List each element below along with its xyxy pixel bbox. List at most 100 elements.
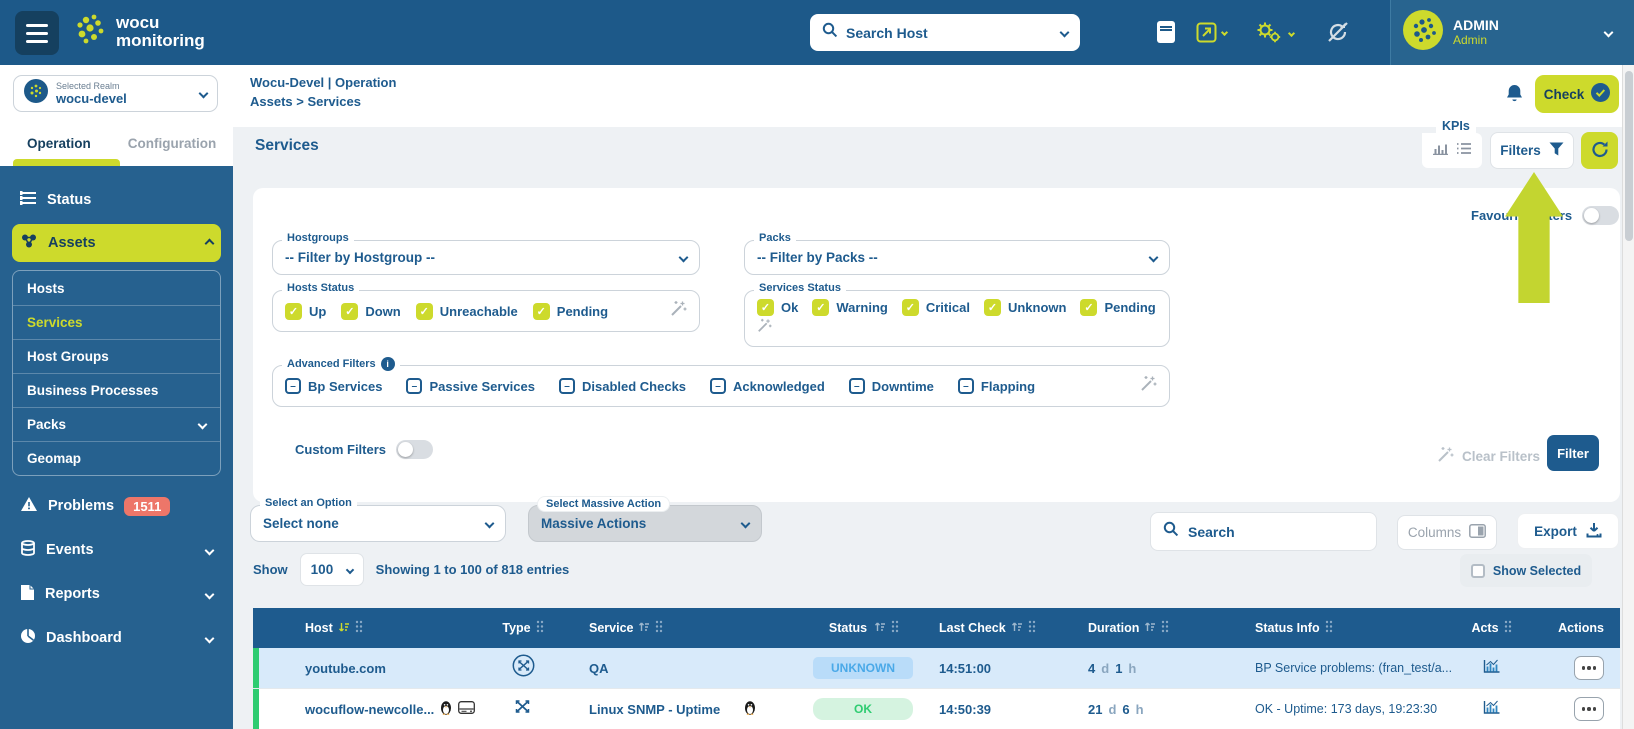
sidebar-item-assets[interactable]: Assets xyxy=(12,224,221,262)
table-row[interactable]: wocuflow-newcolle... Linux SNMP - Uptime… xyxy=(253,689,1620,729)
checkbox-empty-icon[interactable] xyxy=(1471,564,1485,578)
sidebar-item-geomap[interactable]: Geomap xyxy=(13,441,220,475)
sort-icon[interactable] xyxy=(1011,621,1023,636)
external-link-menu[interactable] xyxy=(1196,22,1227,43)
breadcrumb-path[interactable]: Assets > Services xyxy=(250,93,396,112)
drag-handle-icon[interactable] xyxy=(1325,620,1333,636)
sort-icon[interactable] xyxy=(638,621,650,636)
services-status-warning[interactable]: Warning xyxy=(812,299,888,316)
advanced-disabled-checks[interactable]: Disabled Checks xyxy=(559,378,686,394)
sort-icon[interactable] xyxy=(874,621,886,636)
host-cell[interactable]: youtube.com xyxy=(259,661,483,676)
hosts-status-down[interactable]: Down xyxy=(341,303,400,320)
column-header-type[interactable]: Type xyxy=(483,620,563,636)
drag-handle-icon[interactable] xyxy=(891,620,899,636)
sidebar-item-business-processes[interactable]: Business Processes xyxy=(13,373,220,407)
sidebar-item-status[interactable]: Status xyxy=(12,182,221,218)
tab-operation[interactable]: Operation xyxy=(27,136,91,151)
graph-acts-icon[interactable] xyxy=(1483,700,1500,719)
settings-gears-menu[interactable] xyxy=(1255,21,1294,45)
scrollbar-thumb[interactable] xyxy=(1625,71,1633,241)
column-header-duration[interactable]: Duration xyxy=(1083,620,1249,636)
magic-wand-icon[interactable] xyxy=(757,318,772,338)
chevron-down-icon xyxy=(205,545,215,555)
services-status-critical[interactable]: Critical xyxy=(902,299,970,316)
hosts-status-up[interactable]: Up xyxy=(285,303,326,320)
magic-wand-icon[interactable] xyxy=(1140,375,1157,397)
drag-handle-icon[interactable] xyxy=(1028,620,1036,636)
table-search-input[interactable] xyxy=(1188,524,1364,540)
advanced-passive-services[interactable]: Passive Services xyxy=(406,378,535,394)
drag-handle-icon[interactable] xyxy=(1504,620,1512,636)
advanced-acknowledged[interactable]: Acknowledged xyxy=(710,378,825,394)
sidebar-top: Selected Realm wocu-devel Operation Conf… xyxy=(0,65,233,166)
host-search-combo[interactable] xyxy=(810,14,1080,51)
drag-handle-icon[interactable] xyxy=(355,620,363,636)
clear-filters-button[interactable]: Clear Filters xyxy=(1437,446,1540,466)
drag-handle-icon[interactable] xyxy=(536,620,544,636)
show-selected-control[interactable]: Show Selected xyxy=(1460,554,1592,587)
column-header-acts[interactable]: Acts xyxy=(1454,620,1529,636)
massive-action-dropdown[interactable]: Select Massive Action Massive Actions xyxy=(528,505,762,542)
services-status-unknown[interactable]: Unknown xyxy=(984,299,1067,316)
drag-handle-icon[interactable] xyxy=(655,620,663,636)
notifications-bell-icon[interactable] xyxy=(1505,83,1524,110)
info-icon[interactable]: i xyxy=(381,357,395,371)
realm-selector[interactable]: Selected Realm wocu-devel xyxy=(13,75,218,112)
sidebar-item-packs[interactable]: Packs xyxy=(13,407,220,441)
sidebar-item-hosts[interactable]: Hosts xyxy=(13,271,220,305)
columns-button[interactable]: Columns xyxy=(1397,515,1497,550)
table-search[interactable] xyxy=(1150,512,1377,551)
sort-icon[interactable] xyxy=(1144,621,1156,636)
hamburger-menu-button[interactable] xyxy=(15,11,59,55)
sort-desc-icon[interactable] xyxy=(338,621,350,636)
hosts-status-pending[interactable]: Pending xyxy=(533,303,608,320)
filters-button[interactable]: Filters xyxy=(1490,132,1574,169)
kpi-chart-icon[interactable] xyxy=(1432,141,1448,160)
advanced-downtime[interactable]: Downtime xyxy=(849,378,934,394)
column-header-service[interactable]: Service xyxy=(563,620,793,636)
check-button[interactable]: Check xyxy=(1535,75,1619,113)
service-cell[interactable]: QA xyxy=(563,661,793,676)
advanced-bp-services[interactable]: Bp Services xyxy=(285,378,382,394)
vertical-scrollbar[interactable] xyxy=(1622,65,1634,729)
column-header-host[interactable]: Host xyxy=(259,620,483,636)
export-button[interactable]: Export xyxy=(1517,513,1619,549)
sidebar-item-problems[interactable]: Problems 1511 xyxy=(12,488,221,524)
row-actions-button[interactable] xyxy=(1574,656,1604,680)
host-search-input[interactable] xyxy=(846,25,1053,41)
magic-wand-icon[interactable] xyxy=(670,300,687,322)
sidebar-item-host-groups[interactable]: Host Groups xyxy=(13,339,220,373)
tab-configuration[interactable]: Configuration xyxy=(128,136,216,151)
sidebar-item-reports[interactable]: Reports xyxy=(12,576,221,612)
hostgroups-select[interactable]: Hostgroups -- Filter by Hostgroup -- xyxy=(272,240,700,275)
breadcrumb-realm[interactable]: Wocu-Devel | Operation xyxy=(250,74,396,93)
kpi-list-icon[interactable] xyxy=(1456,142,1472,160)
user-menu[interactable]: ADMIN Admin xyxy=(1390,0,1634,65)
favourite-filters-toggle[interactable] xyxy=(1582,206,1619,225)
select-option-dropdown[interactable]: Select an Option Select none xyxy=(250,505,506,542)
docs-book-icon[interactable] xyxy=(1155,20,1177,49)
graph-acts-icon[interactable] xyxy=(1483,659,1500,678)
row-actions-button[interactable] xyxy=(1574,697,1604,721)
page-size-select[interactable]: 100 xyxy=(300,553,364,586)
filter-submit-button[interactable]: Filter xyxy=(1547,435,1599,471)
refresh-button[interactable] xyxy=(1581,132,1618,169)
auto-refresh-off-icon[interactable] xyxy=(1325,20,1351,49)
hosts-status-unreachable[interactable]: Unreachable xyxy=(416,303,518,320)
host-cell[interactable]: wocuflow-newcolle... xyxy=(259,700,483,718)
sidebar-item-dashboard[interactable]: Dashboard xyxy=(12,620,221,656)
custom-filters-toggle[interactable] xyxy=(396,440,433,459)
column-header-last-check[interactable]: Last Check xyxy=(933,620,1083,636)
table-row[interactable]: youtube.com QA UNKNOWN 14:51:00 4d 1h BP… xyxy=(253,648,1620,689)
sidebar-item-services[interactable]: Services xyxy=(13,305,220,339)
packs-select[interactable]: Packs -- Filter by Packs -- xyxy=(744,240,1170,275)
column-header-status-info[interactable]: Status Info xyxy=(1249,620,1454,636)
services-status-pending[interactable]: Pending xyxy=(1080,299,1155,316)
drag-handle-icon[interactable] xyxy=(1161,620,1169,636)
service-cell[interactable]: Linux SNMP - Uptime xyxy=(563,700,793,718)
column-header-status[interactable]: Status xyxy=(793,620,933,636)
sidebar-item-events[interactable]: Events xyxy=(12,532,221,568)
services-status-ok[interactable]: Ok xyxy=(757,299,798,316)
advanced-flapping[interactable]: Flapping xyxy=(958,378,1035,394)
